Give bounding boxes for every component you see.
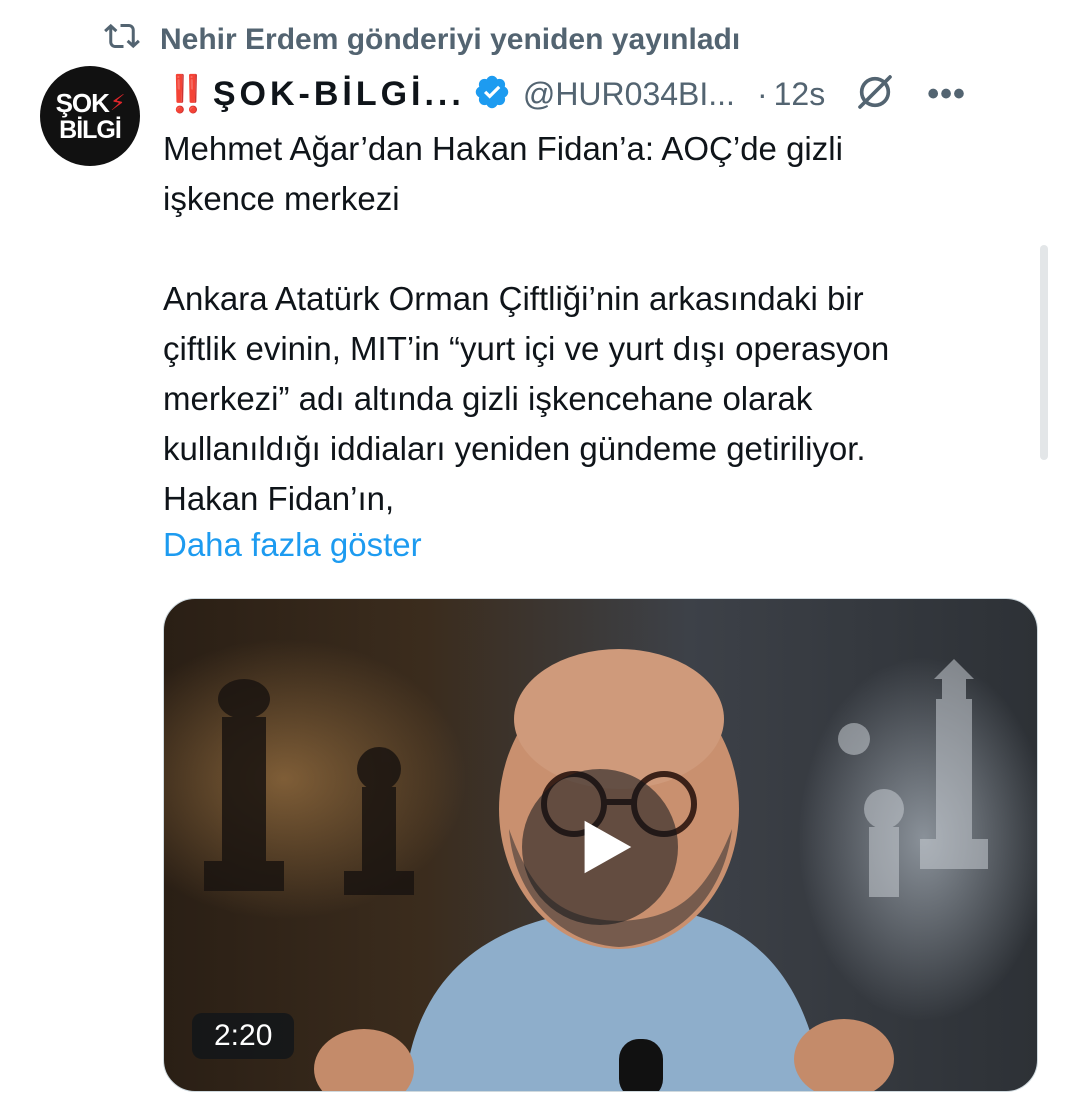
double-exclamation-icon: ‼️ — [164, 73, 209, 114]
author-handle[interactable]: @HUR034BI... — [523, 76, 735, 113]
author-row: ‼️ ŞOK-BİLGİ... @HUR034BI... · 12s ••• — [164, 66, 1049, 122]
tweet-line: merkezi” adı altında gizli işkencehane o… — [163, 380, 813, 417]
avatar-text-line2: BİLGİ — [59, 115, 122, 144]
separator-dot: · — [756, 75, 768, 112]
video-player[interactable]: 2:20 — [163, 598, 1038, 1092]
tweet-line: Hakan Fidan’ın, — [163, 480, 395, 517]
avatar[interactable]: ŞOK ⚡ BİLGİ — [40, 66, 140, 166]
play-icon — [584, 820, 632, 874]
tweet-line: işkence merkezi — [163, 180, 400, 217]
video-duration: 2:20 — [192, 1013, 295, 1059]
tweet-line: Mehmet Ağar’dan Hakan Fidan’a: AOÇ’de gi… — [163, 130, 843, 167]
tweet-line: kullanıldığı iddiaları yeniden gündeme g… — [163, 430, 866, 467]
scrollbar-thumb[interactable] — [1040, 245, 1048, 460]
lightning-icon: ⚡ — [109, 89, 125, 115]
tweet-line: çiftlik evinin, MIT’in “yurt içi ve yurt… — [163, 330, 890, 367]
show-more-link[interactable]: Daha fazla göster — [163, 520, 422, 570]
tweet-text: Mehmet Ağar’dan Hakan Fidan’a: AOÇ’de gi… — [163, 124, 1043, 524]
display-name[interactable]: ŞOK-BİLGİ... — [213, 75, 465, 114]
repost-header[interactable]: Nehir Erdem gönderiyi yeniden yayınladı — [104, 18, 740, 62]
tweet-page: Nehir Erdem gönderiyi yeniden yayınladı … — [0, 0, 1079, 1093]
grok-icon[interactable] — [825, 72, 895, 117]
repost-icon — [104, 18, 140, 62]
tweet-line: Ankara Atatürk Orman Çiftliği’nin arkası… — [163, 280, 864, 317]
verified-badge-icon — [465, 73, 511, 116]
more-icon[interactable]: ••• — [927, 75, 966, 114]
post-time[interactable]: 12s — [774, 76, 826, 113]
repost-text: Nehir Erdem gönderiyi yeniden yayınladı — [160, 23, 741, 56]
avatar-text-line1: ŞOK — [55, 87, 110, 118]
play-button[interactable] — [522, 769, 678, 925]
